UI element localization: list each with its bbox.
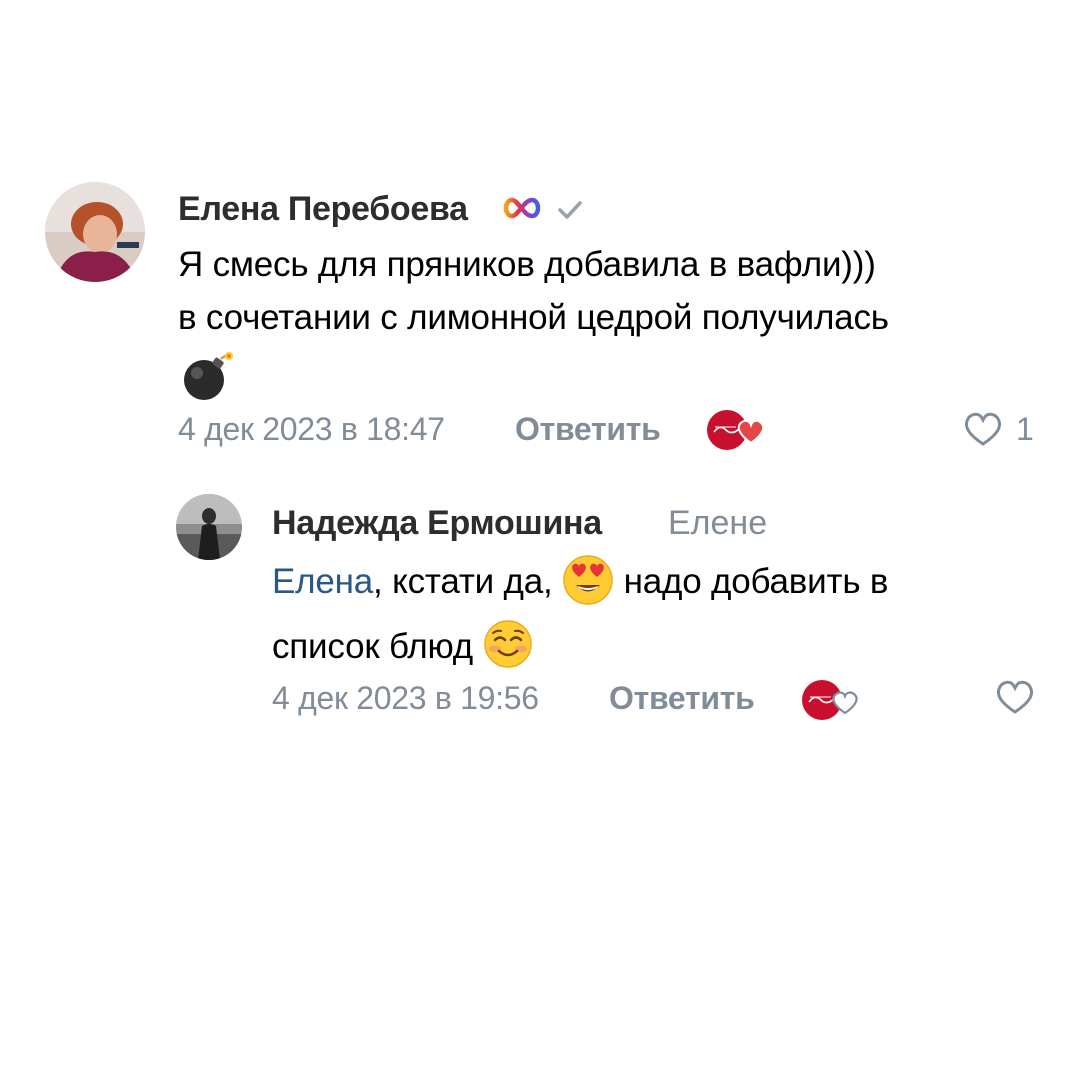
comment-author-name[interactable]: Елена Перебоева [178, 190, 468, 229]
heart-eyes-emoji-icon [562, 554, 614, 613]
heart-outline-icon [996, 680, 1034, 714]
heart-outline-icon [964, 412, 1002, 446]
comment-text-line: список блюд [272, 619, 533, 678]
comment-date[interactable]: 4 дек 2023 в 18:47 [178, 411, 445, 448]
avatar[interactable] [176, 494, 242, 560]
like-button[interactable] [994, 678, 1036, 721]
comment-text-line: Я смесь для пряников добавила в вафли))) [178, 245, 876, 284]
author-heart-reaction-icon[interactable] [801, 678, 861, 727]
comment-date[interactable]: 4 дек 2023 в 19:56 [272, 680, 539, 717]
avatar[interactable] [45, 182, 145, 282]
smiling-blush-emoji-icon [483, 619, 533, 678]
checkmark-icon [556, 198, 584, 227]
infinity-badge-icon [500, 196, 546, 225]
comment-text-line: Елена, кстати да, надо добавить в [272, 554, 889, 613]
like-button[interactable] [962, 410, 1004, 453]
comment: Елена Перебоева Я смесь для пряников доб… [0, 0, 1080, 460]
comment-text-line: в сочетании с лимонной цедрой получилась [178, 298, 889, 337]
reply-to-label[interactable]: Елене [668, 504, 767, 543]
author-heart-reaction-icon[interactable] [706, 408, 766, 457]
reply-comment: Надежда Ермошина Елене Елена, кстати да,… [0, 460, 1080, 740]
like-count: 1 [1016, 411, 1034, 447]
reply-button[interactable]: Ответить [515, 411, 661, 448]
mention-link[interactable]: Елена [272, 562, 373, 601]
comment-author-name[interactable]: Надежда Ермошина [272, 504, 602, 543]
bomb-emoji-icon [180, 350, 236, 407]
reply-button[interactable]: Ответить [609, 680, 755, 717]
